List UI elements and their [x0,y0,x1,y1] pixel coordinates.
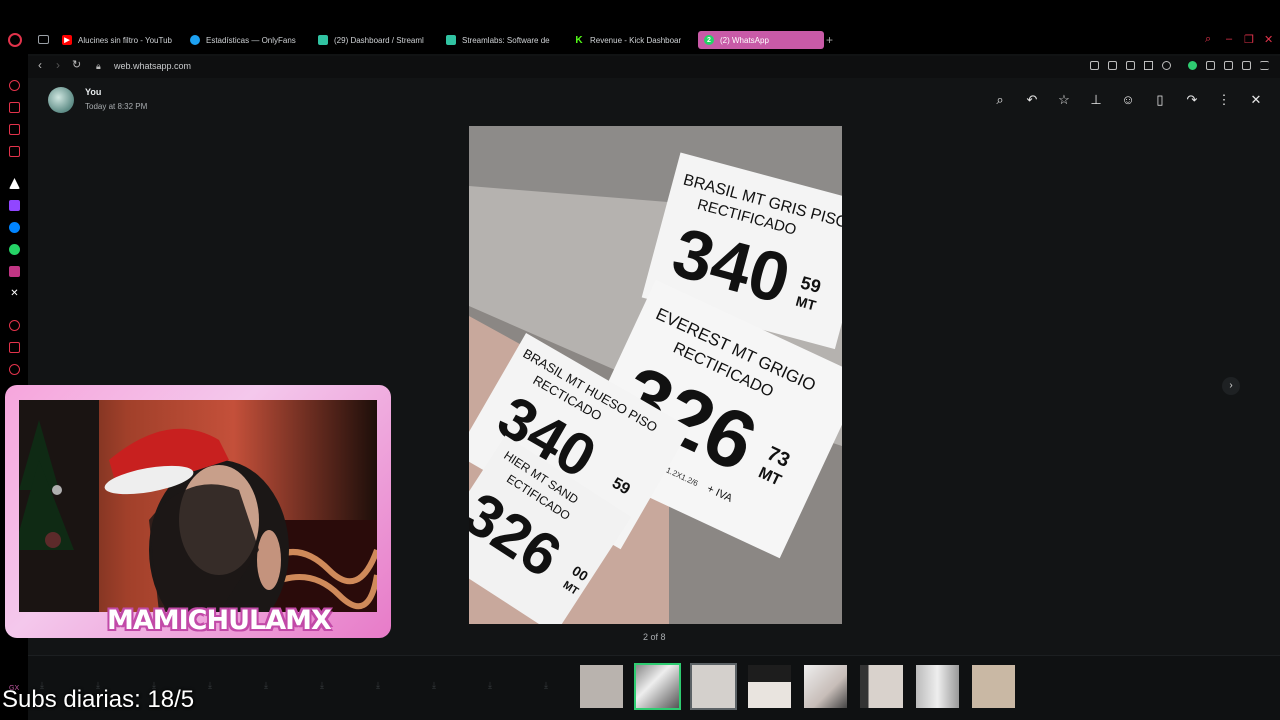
thumbnail[interactable] [690,663,737,710]
restore-icon[interactable]: ❐ [1244,33,1254,46]
messenger-icon[interactable] [9,222,20,233]
onlyfans-icon [190,35,200,45]
close-window-icon[interactable]: ✕ [1264,33,1273,46]
youtube-icon: ▶ [62,35,72,45]
forward-icon[interactable]: ↷ [1184,92,1200,108]
tab-islands-icon[interactable] [38,35,49,44]
streamlabs-icon [318,35,328,45]
sender-name: You [85,87,102,97]
x-twitter-icon[interactable]: ✕ [9,288,20,299]
reload-icon[interactable]: ↻ [72,58,81,71]
browser-title-bar: ▶ Alucines sin filtro - YouTub Estadísti… [0,0,1280,54]
thumbnail[interactable] [972,665,1015,708]
twitch-icon[interactable] [9,200,20,211]
search-tabs-icon[interactable]: ⌕ [1205,33,1211,46]
download-icon[interactable]: ⤓ [432,680,436,691]
tab-label: (29) Dashboard / Streaml [334,35,424,45]
download-icon[interactable]: ⤓ [376,680,380,691]
next-media-button[interactable]: › [1222,377,1240,395]
pin-ext-icon[interactable] [1090,61,1099,70]
close-icon[interactable]: ✕ [1248,92,1264,108]
streamer-name: MAMICHULAMX [107,605,332,636]
new-tab-button[interactable]: + [826,33,833,47]
thumbnail[interactable] [804,665,847,708]
pin-icon[interactable]: ⊥ [1088,92,1104,108]
tabs-icon[interactable] [9,342,20,353]
forward-icon[interactable]: › [56,58,60,72]
tab-onlyfans[interactable]: Estadísticas — OnlyFans [190,31,302,49]
subs-counter: Subs diarias: 18/5 [2,686,195,713]
workspaces-icon[interactable] [9,102,20,113]
menu-icon[interactable] [1260,61,1269,70]
tab-streamlabs-software[interactable]: Streamlabs: Software de [446,31,558,49]
instagram-icon[interactable] [9,266,20,277]
shield-icon[interactable] [1126,61,1135,70]
tab-label: Streamlabs: Software de [462,35,550,45]
download-icon[interactable]: ⤓ [320,680,324,691]
extensions-icon[interactable] [1206,61,1215,70]
whatsapp-icon: 2 [704,35,714,45]
tab-whatsapp[interactable]: 2 (2) WhatsApp [698,31,824,49]
tab-streamlabs-dashboard[interactable]: (29) Dashboard / Streaml [318,31,430,49]
aria-icon[interactable] [9,80,20,91]
zoom-in-icon[interactable]: ⌕ [992,92,1008,108]
play-icon[interactable] [1144,61,1153,70]
thumbnail[interactable] [748,665,791,708]
tab-label: Revenue - Kick Dashboar [590,35,682,45]
player-icon[interactable] [9,320,20,331]
mail-icon[interactable] [9,146,20,157]
tab-label: Estadísticas — OnlyFans [206,35,296,45]
tab-label: Alucines sin filtro - YouTub [78,35,172,45]
avatar[interactable] [48,87,74,113]
download-icon[interactable] [1242,61,1251,70]
media-photo[interactable]: BRASIL MT GRIS PISO RECTIFICADO 340 59 M… [469,126,842,624]
wallet-icon[interactable] [1188,61,1197,70]
thumbnail[interactable] [860,665,903,708]
notes-icon[interactable] [9,124,20,135]
thumbnail-selected[interactable] [634,663,681,710]
webcam-feed [19,400,377,612]
heart-icon[interactable] [1162,61,1171,70]
minimize-icon[interactable]: – [1226,33,1232,45]
back-icon[interactable]: ‹ [38,58,42,72]
delete-icon[interactable]: ▯ [1152,92,1168,108]
tab-label: (2) WhatsApp [720,35,769,45]
tab-youtube[interactable]: ▶ Alucines sin filtro - YouTub [62,31,174,49]
whatsapp-sidebar-icon[interactable] [9,244,20,255]
tiktok-icon[interactable] [9,178,20,189]
download-icon[interactable]: ⤓ [544,680,548,691]
reply-icon[interactable]: ↶ [1024,92,1040,108]
kick-icon: K [574,34,584,46]
media-counter: 2 of 8 [643,632,666,642]
thumbnail[interactable] [580,665,623,708]
download-icon[interactable]: ⤓ [488,680,492,691]
download-icon[interactable]: ⤓ [264,680,268,691]
url-field[interactable]: web.whatsapp.com [114,61,191,71]
streamlabs-icon [446,35,456,45]
more-icon[interactable]: ⋮ [1216,92,1232,108]
download-icon[interactable]: ⤓ [208,680,212,691]
lock-icon[interactable]: 🔒︎ [96,61,101,72]
profile-icon[interactable] [1224,61,1233,70]
snapshot-icon[interactable] [1108,61,1117,70]
tab-kick[interactable]: K Revenue - Kick Dashboar [574,31,686,49]
history-icon[interactable] [9,364,20,375]
opera-logo-icon[interactable] [8,33,22,47]
thumbnail[interactable] [916,665,959,708]
star-icon[interactable]: ☆ [1056,92,1072,108]
emoji-icon[interactable]: ☺ [1120,92,1136,108]
sent-timestamp: Today at 8:32 PM [85,102,148,111]
